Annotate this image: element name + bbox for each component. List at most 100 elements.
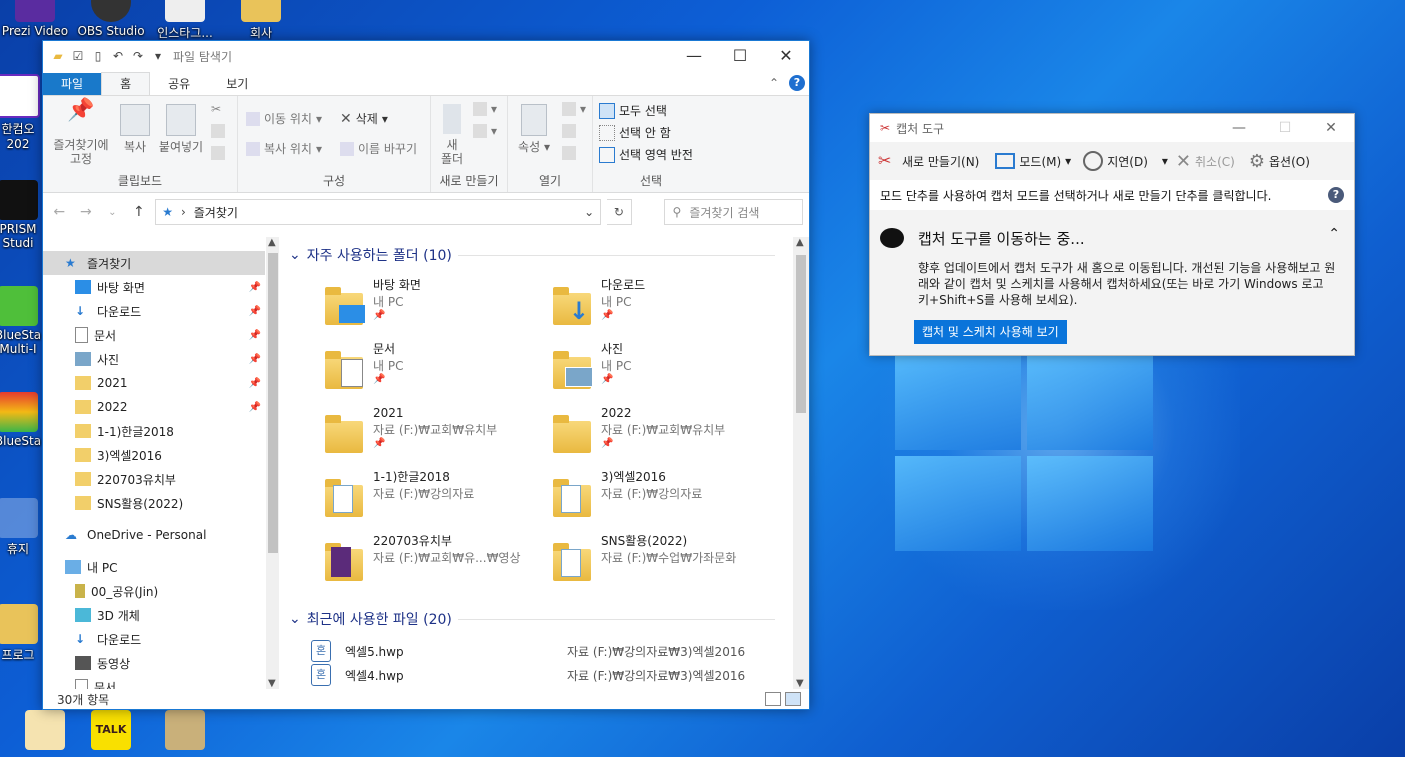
tile-hangul2018[interactable]: 1-1)한글2018 자료 (F:)₩강의자료 xyxy=(325,469,550,525)
forward-arrow-icon[interactable]: → xyxy=(76,204,97,220)
desktop-icon-folder-bottom[interactable] xyxy=(10,710,80,752)
close-button[interactable]: ✕ xyxy=(1308,114,1354,142)
mode-button[interactable]: 모드(M) ▾ xyxy=(995,153,1071,170)
desktop-icon-company[interactable]: 회사 xyxy=(226,0,296,41)
nav-item-sns2022[interactable]: SNS활용(2022) xyxy=(43,491,265,515)
tile-2022[interactable]: 2022 자료 (F:)₩교회₩유치부 📌 xyxy=(553,405,778,461)
new-folder-icon[interactable]: ▯ xyxy=(91,49,105,63)
new-folder-button[interactable]: 새 폴더 xyxy=(435,104,469,166)
cut-button[interactable]: ✂ xyxy=(211,102,225,116)
copy-to-button[interactable]: 복사 위치 ▾ xyxy=(246,140,322,157)
maximize-button[interactable]: ☐ xyxy=(1262,114,1308,142)
desktop-icon-archive[interactable] xyxy=(150,710,220,752)
desktop-icon-kakaotalk[interactable]: TALK xyxy=(76,710,146,752)
tile-220703[interactable]: 220703유치부 자료 (F:)₩교회₩유...₩영상 xyxy=(325,533,550,589)
redo-icon[interactable]: ↷ xyxy=(131,49,145,63)
easy-access-button[interactable]: ▾ xyxy=(473,124,497,138)
nav-item-documents-pc[interactable]: 문서 xyxy=(43,675,265,689)
collapse-ribbon-icon[interactable]: ⌃ xyxy=(769,76,779,90)
chevron-down-icon[interactable]: ▾ xyxy=(151,49,165,63)
nav-item-220703[interactable]: 220703유치부 xyxy=(43,467,265,491)
desktop-icon-bluestacks[interactable]: BlueSta xyxy=(0,392,48,448)
nav-item-favorites[interactable]: ★ 즐겨찾기 xyxy=(43,251,265,275)
move-to-button[interactable]: 이동 위치 ▾ xyxy=(246,110,322,127)
nav-scroll-thumb[interactable] xyxy=(268,253,278,553)
invert-selection-button[interactable]: 선택 영역 반전 xyxy=(599,146,693,163)
nav-item-excel2016[interactable]: 3)엑셀2016 xyxy=(43,443,265,467)
address-dropdown-icon[interactable]: ⌄ xyxy=(584,205,594,219)
paste-button[interactable]: 붙여넣기 xyxy=(157,104,205,154)
undo-icon[interactable]: ↶ xyxy=(111,49,125,63)
tile-downloads[interactable]: ↓ 다운로드 내 PC 📌 xyxy=(553,277,778,333)
up-arrow-icon[interactable]: ↑ xyxy=(129,204,150,220)
desktop-icon-instagram[interactable]: 인스타그... xyxy=(150,0,220,41)
history-button[interactable] xyxy=(562,146,576,160)
copy-path-button[interactable] xyxy=(211,124,225,138)
help-icon[interactable]: ? xyxy=(789,75,805,91)
section-header-frequent[interactable]: ⌄ 자주 사용하는 폴더 (10) xyxy=(289,245,775,265)
nav-item-downloads[interactable]: ↓ 다운로드 📌 xyxy=(43,299,265,323)
tab-view[interactable]: 보기 xyxy=(208,73,266,95)
nav-item-documents[interactable]: 문서 📌 xyxy=(43,323,265,347)
minimize-button[interactable]: — xyxy=(671,41,717,71)
select-none-button[interactable]: 선택 안 함 xyxy=(599,124,671,141)
maximize-button[interactable]: ☐ xyxy=(717,41,763,71)
tile-excel2016[interactable]: 3)엑셀2016 자료 (F:)₩강의자료 xyxy=(553,469,778,525)
desktop-icon-recycle-bin[interactable]: 휴지 xyxy=(0,498,48,557)
tab-share[interactable]: 공유 xyxy=(150,73,208,95)
tile-desktop[interactable]: 바탕 화면 내 PC 📌 xyxy=(325,277,550,333)
nav-item-2022[interactable]: 2022 📌 xyxy=(43,395,265,419)
nav-item-pictures[interactable]: 사진 📌 xyxy=(43,347,265,371)
delay-button[interactable]: 지연(D) ▾ xyxy=(1083,151,1168,171)
scroll-up-icon[interactable]: ▲ xyxy=(796,237,804,248)
new-snip-button[interactable]: ✂ 새로 만들기(N) xyxy=(878,151,979,171)
tab-home[interactable]: 홈 xyxy=(101,72,151,95)
properties-button[interactable]: 속성 ▾ xyxy=(516,104,552,154)
nav-item-desktop[interactable]: 바탕 화면 📌 xyxy=(43,275,265,299)
nav-item-share-jin[interactable]: 00_공유(Jin) xyxy=(43,579,265,603)
rename-button[interactable]: 이름 바꾸기 xyxy=(340,140,417,157)
desktop-icon-hancom[interactable]: 한컴오 202 xyxy=(0,74,48,151)
copy-button[interactable]: 복사 xyxy=(115,104,155,154)
tile-documents[interactable]: 문서 내 PC 📌 xyxy=(325,341,550,397)
recent-locations-icon[interactable]: ⌄ xyxy=(102,207,123,218)
new-item-button[interactable]: ▾ xyxy=(473,102,497,116)
help-icon[interactable]: ? xyxy=(1328,187,1344,203)
nav-item-this-pc[interactable]: 내 PC xyxy=(43,555,265,579)
pin-to-quick-access-button[interactable]: 📌 즐겨찾기에 고정 xyxy=(49,100,113,167)
back-arrow-icon[interactable]: ← xyxy=(49,204,70,220)
content-scroll-thumb[interactable] xyxy=(796,255,806,413)
desktop-icon-prezi[interactable]: Prezi Video xyxy=(0,0,70,38)
recent-file-row[interactable]: 혼 엑셀4.hwp 자료 (F:)₩강의자료₩3)엑셀2016 xyxy=(311,663,751,687)
delete-button[interactable]: ✕ 삭제 ▾ xyxy=(340,110,388,127)
desktop-icon-bluestacks-multi[interactable]: BlueSta Multi-I xyxy=(0,286,48,356)
select-all-button[interactable]: 모두 선택 xyxy=(599,102,667,119)
content-scrollbar[interactable]: ▲ ▼ xyxy=(793,237,809,689)
desktop-icon-prism[interactable]: PRISM Studi xyxy=(0,180,48,250)
tab-file[interactable]: 파일 xyxy=(43,73,102,95)
scroll-down-icon[interactable]: ▼ xyxy=(268,678,276,689)
paste-shortcut-button[interactable] xyxy=(211,146,225,160)
breadcrumb-favorites[interactable]: 즐겨찾기 xyxy=(194,204,238,221)
refresh-button[interactable]: ↻ xyxy=(607,199,632,225)
nav-item-3d-objects[interactable]: 3D 개체 xyxy=(43,603,265,627)
tile-pictures[interactable]: 사진 내 PC 📌 xyxy=(553,341,778,397)
scroll-down-icon[interactable]: ▼ xyxy=(796,678,804,689)
search-input[interactable]: ⚲ 즐겨찾기 검색 xyxy=(663,199,803,225)
nav-item-videos[interactable]: 동영상 xyxy=(43,651,265,675)
minimize-button[interactable]: — xyxy=(1216,114,1262,142)
properties-icon[interactable]: ☑ xyxy=(71,49,85,63)
desktop-icon-programs[interactable]: 프로그 xyxy=(0,604,48,663)
close-button[interactable]: ✕ xyxy=(763,41,809,71)
nav-scrollbar[interactable]: ▲ ▼ xyxy=(266,237,279,689)
open-button[interactable]: ▾ xyxy=(562,102,586,116)
details-view-icon[interactable] xyxy=(765,692,781,706)
tile-sns2022[interactable]: SNS활용(2022) 자료 (F:)₩수업₩가좌문화 xyxy=(553,533,778,589)
options-button[interactable]: ⚙ 옵션(O) xyxy=(1249,151,1310,172)
cancel-button[interactable]: ✕ 취소(C) xyxy=(1176,151,1235,172)
address-bar[interactable]: ★ › 즐겨찾기 ⌄ xyxy=(155,199,602,225)
section-header-recent[interactable]: ⌄ 최근에 사용한 파일 (20) xyxy=(289,609,775,629)
scroll-up-icon[interactable]: ▲ xyxy=(268,237,276,248)
edit-button[interactable] xyxy=(562,124,576,138)
nav-item-hangul2018[interactable]: 1-1)한글2018 xyxy=(43,419,265,443)
